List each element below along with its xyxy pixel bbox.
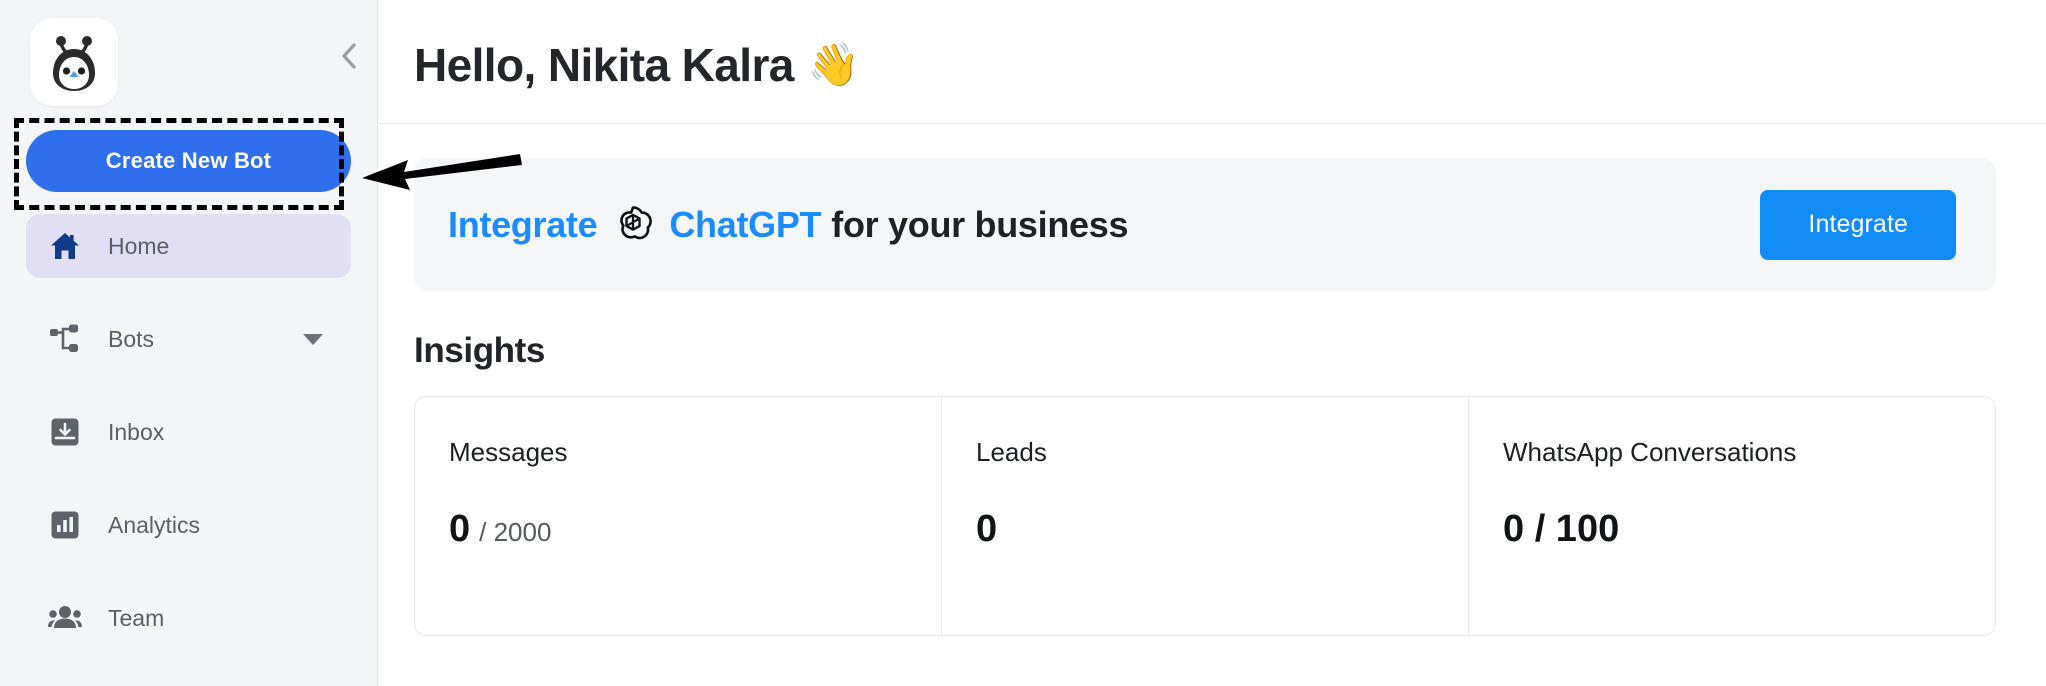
- sidebar-item-label: Team: [108, 604, 165, 631]
- card-value-limit: / 2000: [479, 517, 552, 547]
- sidebar-item-label: Bots: [108, 325, 155, 352]
- team-icon: [48, 601, 82, 635]
- card-value-number: 0 / 100: [1503, 508, 1620, 550]
- card-label: WhatsApp Conversations: [1503, 437, 1797, 467]
- greeting-text: Hello, Nikita Kalra: [414, 39, 794, 91]
- bots-icon: [48, 322, 82, 356]
- card-value: 0 / 100: [1503, 508, 1995, 551]
- sidebar-item-bots[interactable]: Bots: [26, 307, 351, 371]
- integrate-button[interactable]: Integrate: [1760, 189, 1956, 260]
- insight-card-messages: Messages 0 / 2000: [415, 397, 942, 635]
- card-label: Leads: [976, 437, 1047, 467]
- sidebar-item-analytics[interactable]: Analytics: [26, 493, 351, 557]
- sidebar-item-label: Inbox: [108, 418, 165, 445]
- openai-logo-icon: [611, 203, 655, 247]
- sidebar-item-home[interactable]: Home: [26, 214, 351, 278]
- create-new-bot-wrapper: Create New Bot: [0, 118, 377, 210]
- header-divider: [378, 123, 2046, 124]
- sidebar-item-label: Home: [108, 232, 170, 259]
- insight-card-whatsapp-conversations: WhatsApp Conversations 0 / 100: [1469, 397, 1995, 635]
- banner-text-lead: Integrate: [448, 203, 598, 245]
- banner-text-tail: for your business: [831, 203, 1129, 245]
- chevron-left-icon: [342, 43, 356, 69]
- sidebar-item-label: Analytics: [108, 511, 201, 538]
- chatgpt-integration-banner: Integrate ChatGPT for your business Inte…: [414, 158, 1996, 291]
- bot-mascot-logo-icon[interactable]: [30, 18, 118, 106]
- card-value-number: 0: [449, 508, 471, 550]
- analytics-icon: [48, 508, 82, 542]
- sidebar-item-inbox[interactable]: Inbox: [26, 400, 351, 464]
- banner-headline: Integrate ChatGPT for your business: [448, 203, 1129, 247]
- insights-cards: Messages 0 / 2000 Leads 0 WhatsApp Conve…: [414, 396, 1996, 636]
- sidebar-brand-row: [0, 0, 377, 124]
- insight-card-leads: Leads 0: [942, 397, 1469, 635]
- card-value: 0: [976, 508, 1468, 551]
- bot-mascot-svg: [53, 36, 95, 91]
- banner-text-brand: ChatGPT: [669, 203, 822, 245]
- card-value: 0 / 2000: [449, 508, 941, 551]
- sidebar-nav: Home Bots Inbox Analytics Team: [0, 214, 377, 650]
- waving-hand-icon: 👋: [807, 41, 860, 88]
- chevron-down-icon[interactable]: [303, 333, 323, 345]
- main-content: Hello, Nikita Kalra 👋 Integrate ChatGPT …: [378, 0, 2046, 686]
- sidebar-item-team[interactable]: Team: [26, 586, 351, 650]
- app-root: Create New Bot Home Bots Inbox Analytics…: [0, 0, 2046, 686]
- page-title: Hello, Nikita Kalra 👋: [378, 0, 2046, 92]
- home-icon: [48, 229, 82, 263]
- create-new-bot-button[interactable]: Create New Bot: [26, 130, 351, 192]
- card-label: Messages: [449, 437, 568, 467]
- inbox-icon: [48, 415, 82, 449]
- insights-section-title: Insights: [414, 331, 545, 370]
- card-value-number: 0: [976, 508, 998, 550]
- sidebar-collapse-button[interactable]: [331, 38, 367, 74]
- sidebar: Create New Bot Home Bots Inbox Analytics…: [0, 0, 378, 686]
